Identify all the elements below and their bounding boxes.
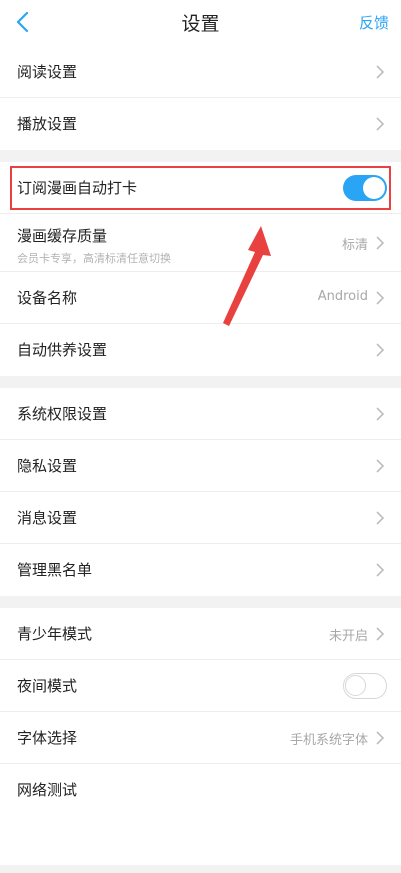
row-label: 字体选择 — [17, 729, 78, 747]
settings-row-privacy[interactable]: 隐私设置 — [0, 440, 401, 492]
row-label: 管理黑名单 — [17, 561, 93, 579]
subscribe-checkin-toggle[interactable] — [343, 175, 387, 201]
row-subtitle: 会员卡专享，高清标清任意切换 — [17, 252, 171, 265]
row-value: 标清 — [341, 238, 368, 253]
night-mode-toggle[interactable] — [343, 673, 387, 699]
settings-row-night-mode: 夜间模式 — [0, 660, 401, 712]
chevron-right-icon — [376, 117, 385, 131]
row-label: 设备名称 — [17, 289, 78, 307]
chevron-right-icon — [376, 343, 385, 357]
toggle-knob — [345, 675, 366, 696]
settings-row-playback[interactable]: 播放设置 — [0, 98, 401, 150]
section-divider — [0, 150, 401, 162]
chevron-right-icon — [376, 459, 385, 473]
settings-row-network-test[interactable]: 网络测试 — [0, 764, 401, 816]
row-label: 隐私设置 — [17, 457, 78, 475]
settings-row-subscribe-checkin: 订阅漫画自动打卡 — [0, 162, 401, 214]
row-label: 系统权限设置 — [17, 405, 108, 423]
row-label: 播放设置 — [17, 115, 78, 133]
section-divider — [0, 376, 401, 388]
settings-row-auto-feed[interactable]: 自动供养设置 — [0, 324, 401, 376]
bottom-strip — [0, 865, 401, 873]
row-label: 青少年模式 — [17, 625, 93, 643]
row-label: 漫画缓存质量 — [17, 227, 108, 245]
settings-row-cache-quality[interactable]: 漫画缓存质量 会员卡专享，高清标清任意切换 标清 — [0, 214, 401, 272]
row-label: 阅读设置 — [17, 63, 78, 81]
row-label: 夜间模式 — [17, 677, 78, 695]
row-label: 自动供养设置 — [17, 341, 108, 359]
chevron-right-icon — [376, 511, 385, 525]
settings-row-font[interactable]: 字体选择 手机系统字体 — [0, 712, 401, 764]
feedback-button[interactable]: 反馈 — [359, 12, 389, 33]
top-bar: 设置 反馈 — [0, 0, 401, 46]
row-value: Android — [317, 289, 368, 304]
chevron-right-icon — [376, 291, 385, 305]
chevron-right-icon — [376, 236, 385, 250]
chevron-right-icon — [376, 731, 385, 745]
page-title: 设置 — [181, 13, 220, 35]
settings-row-messages[interactable]: 消息设置 — [0, 492, 401, 544]
row-value: 未开启 — [328, 629, 368, 644]
section-divider — [0, 596, 401, 608]
row-label: 网络测试 — [17, 781, 78, 799]
chevron-right-icon — [376, 407, 385, 421]
row-value: 手机系统字体 — [289, 733, 368, 748]
row-label: 消息设置 — [17, 509, 78, 527]
settings-row-permissions[interactable]: 系统权限设置 — [0, 388, 401, 440]
chevron-right-icon — [376, 563, 385, 577]
settings-row-teen-mode[interactable]: 青少年模式 未开启 — [0, 608, 401, 660]
settings-row-reading[interactable]: 阅读设置 — [0, 46, 401, 98]
toggle-knob — [363, 177, 385, 199]
chevron-right-icon — [376, 65, 385, 79]
chevron-right-icon — [376, 627, 385, 641]
row-label: 订阅漫画自动打卡 — [17, 179, 138, 197]
settings-row-blacklist[interactable]: 管理黑名单 — [0, 544, 401, 596]
settings-row-device-name[interactable]: 设备名称 Android — [0, 272, 401, 324]
